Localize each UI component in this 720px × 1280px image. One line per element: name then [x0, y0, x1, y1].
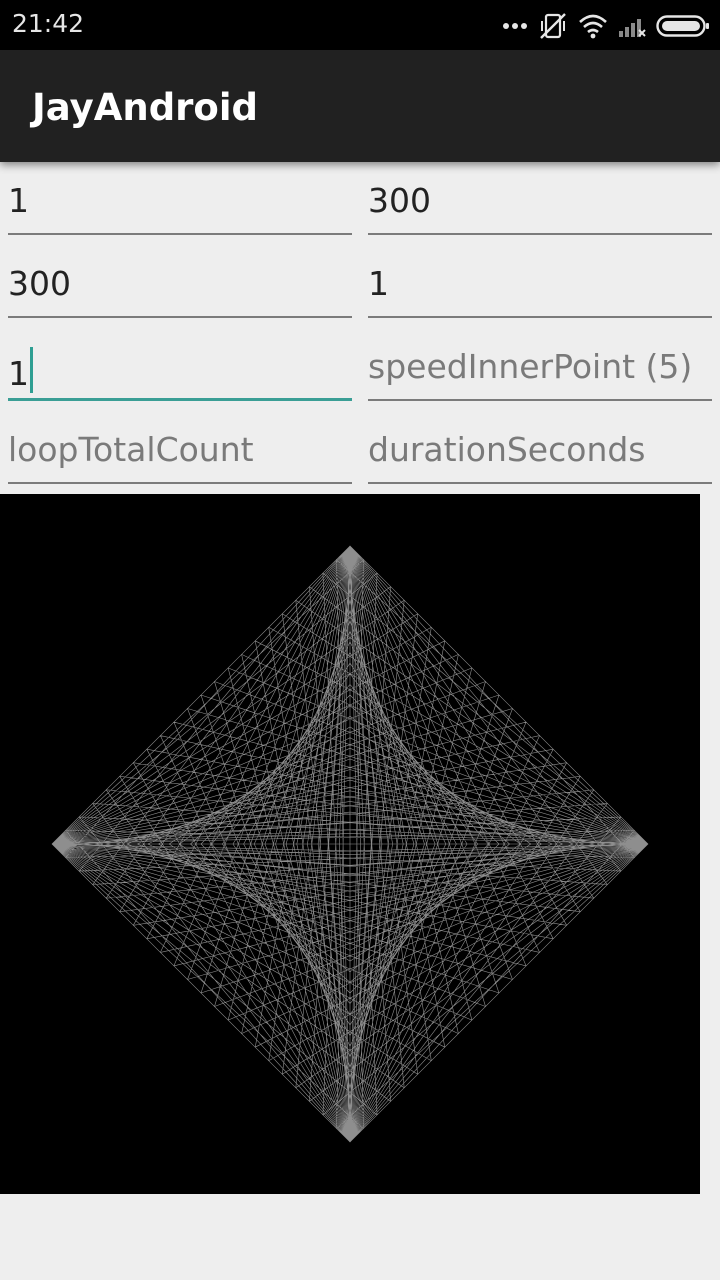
loop-total-count-placeholder: loopTotalCount	[8, 430, 254, 469]
input-field-5-value-wrap: 1	[8, 347, 33, 393]
wifi-icon	[578, 13, 608, 39]
input-field-5-value: 1	[8, 354, 29, 393]
input-field-4-underline	[368, 316, 712, 318]
loop-total-count-underline	[8, 482, 352, 484]
vibrate-mute-icon	[538, 11, 568, 41]
battery-icon	[656, 14, 710, 38]
input-field-5[interactable]: 1	[8, 331, 352, 401]
input-field-1-value: 1	[8, 181, 29, 220]
status-time: 21:42	[12, 9, 85, 38]
speed-inner-point-input[interactable]: speedInnerPoint (5)	[368, 331, 712, 401]
string-art-drawing	[51, 545, 649, 1143]
status-icons	[502, 10, 710, 42]
loop-total-count-input[interactable]: loopTotalCount	[8, 414, 352, 484]
input-field-1[interactable]: 1	[8, 165, 352, 235]
input-field-3-value: 300	[8, 264, 71, 303]
duration-seconds-placeholder: durationSeconds	[368, 430, 646, 469]
speed-inner-point-placeholder: speedInnerPoint (5)	[368, 347, 693, 386]
status-bar: 21:42	[0, 0, 720, 50]
duration-seconds-input[interactable]: durationSeconds	[368, 414, 712, 484]
text-cursor	[30, 347, 33, 393]
input-field-1-underline	[8, 233, 352, 235]
input-field-4[interactable]: 1	[368, 248, 712, 318]
input-field-2-underline	[368, 233, 712, 235]
speed-inner-point-underline	[368, 399, 712, 401]
duration-seconds-underline	[368, 482, 712, 484]
string-art-lines	[51, 545, 649, 1143]
input-field-2-value: 300	[368, 181, 431, 220]
input-field-3-underline	[8, 316, 352, 318]
input-field-3[interactable]: 300	[8, 248, 352, 318]
input-field-5-underline	[8, 398, 352, 401]
drawing-canvas[interactable]	[0, 494, 700, 1194]
app-title: JayAndroid	[32, 86, 259, 129]
input-field-4-value: 1	[368, 264, 389, 303]
more-dots-icon	[502, 22, 528, 30]
signal-icon	[618, 14, 646, 38]
app-bar: JayAndroid	[0, 50, 720, 162]
input-field-2[interactable]: 300	[368, 165, 712, 235]
